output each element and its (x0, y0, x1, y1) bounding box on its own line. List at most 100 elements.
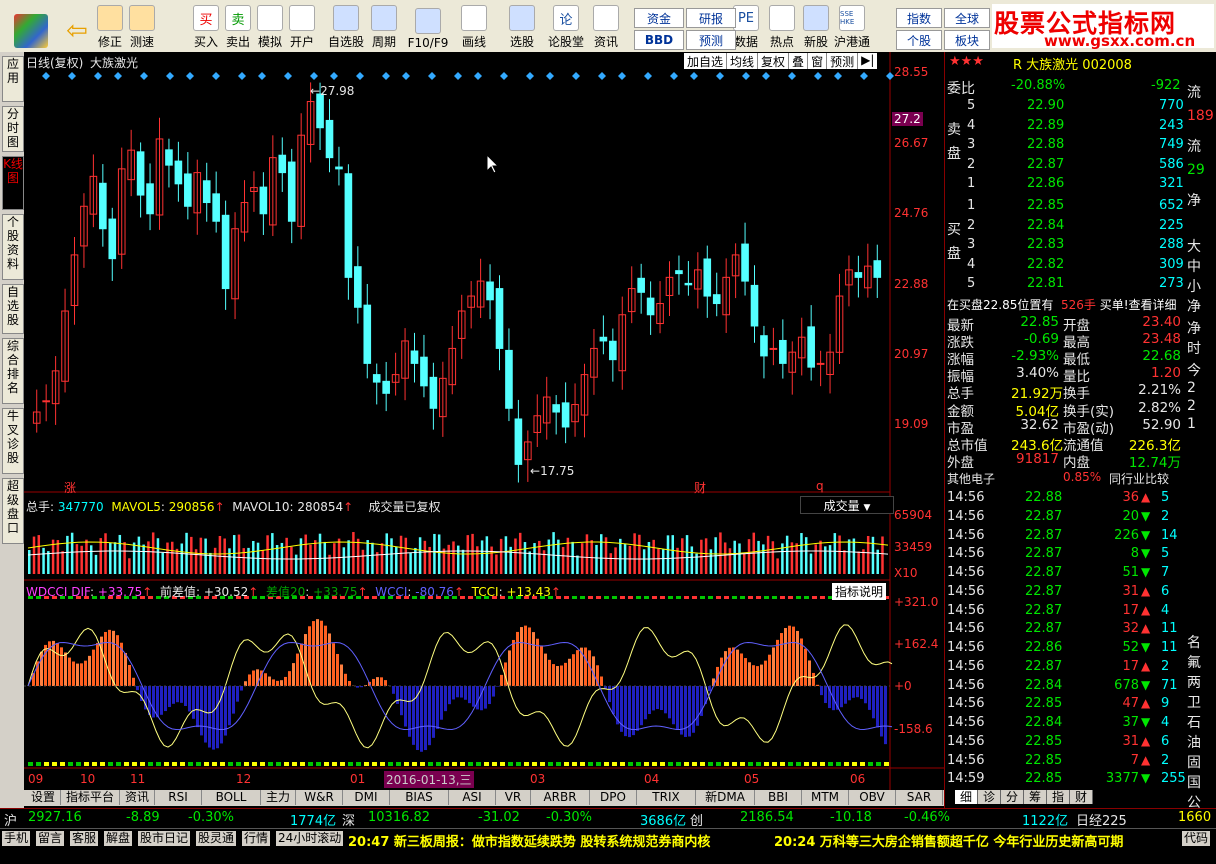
right-tab[interactable]: 细 (955, 790, 978, 804)
cci-histogram-bar (516, 632, 519, 686)
indicator-tab[interactable]: BBI (755, 790, 802, 805)
ticker-tab[interactable]: 留言 (36, 831, 64, 846)
indicator-tab[interactable]: VR (496, 790, 531, 805)
left-tab-ranking[interactable]: 综合排名 (2, 338, 24, 404)
news-item-1[interactable]: 20:47 新三板周报：做市指数延续跌势 股转系统规范券商内核 (348, 831, 710, 850)
right-tab[interactable]: 诊 (978, 790, 1001, 804)
left-tab-intraday[interactable]: 分时图 (2, 106, 24, 152)
toolbar-button[interactable]: 新股 (796, 2, 836, 50)
overlay-button[interactable]: 叠 (789, 53, 808, 69)
ticker-tab[interactable]: 股灵通 (196, 831, 236, 846)
sector-button[interactable]: 板块 (944, 30, 990, 50)
index-button[interactable]: 指数 (896, 8, 942, 28)
bbd-button[interactable]: BBD (634, 30, 684, 50)
chart-area[interactable]: 日线(复权) 大族激光 加自选 均线 复权 叠 窗 预测 ▶| 28.55 27… (24, 52, 944, 792)
indicator-tab[interactable]: 设置 (26, 790, 61, 805)
right-tab[interactable]: 财 (1070, 790, 1093, 804)
left-tab-apps[interactable]: 应用 (2, 56, 24, 102)
signal-dot (804, 762, 809, 766)
sh-index[interactable]: 2927.16 (28, 810, 82, 825)
buyline-info[interactable]: 在买盘22.85位置有 526手 买单!查看详细 (947, 296, 1177, 313)
orderbook-sell-price[interactable]: 22.90 (1027, 98, 1064, 113)
stock-button[interactable]: 个股 (896, 30, 942, 50)
toolbar-button[interactable]: 自选股 (326, 2, 366, 50)
orderbook-sell-price[interactable]: 22.87 (1027, 157, 1064, 172)
ticker-tab[interactable]: 24小时滚动 (276, 831, 343, 846)
cci-histogram-bar (676, 686, 679, 730)
orderbook-sell-price[interactable]: 22.88 (1027, 137, 1064, 152)
ticker-tab[interactable]: 手机 (2, 831, 30, 846)
research-button[interactable]: 研报 (686, 8, 736, 28)
indicator-tab[interactable]: TRIX (637, 790, 696, 805)
finance-marker[interactable]: 财 (694, 479, 706, 496)
toolbar-button[interactable]: 开户 (282, 2, 322, 50)
right-tab[interactable]: 筹 (1024, 790, 1047, 804)
home-button[interactable] (14, 2, 48, 50)
indicator-tab[interactable]: RSI (155, 790, 202, 805)
ticker-tab[interactable]: 行情 (242, 831, 270, 846)
indicator-tab[interactable]: W&R (296, 790, 343, 805)
orderbook-buy-price[interactable]: 22.84 (1027, 218, 1064, 233)
left-tab-profile[interactable]: 个股资料 (2, 214, 24, 280)
orderbook-sell-price[interactable]: 22.86 (1027, 176, 1064, 191)
toolbar-button[interactable]: 论论股堂 (546, 2, 586, 50)
toolbar-button[interactable]: 资讯 (586, 2, 626, 50)
left-tab-watchlist[interactable]: 自选股 (2, 284, 24, 334)
indicator-tab[interactable]: ARBR (531, 790, 590, 805)
indicator-tab[interactable]: 新DMA (696, 790, 755, 805)
cy-index[interactable]: 2186.54 (740, 810, 794, 825)
chart-period-label[interactable]: 日线(复权) (26, 54, 83, 71)
left-tab-diagnose[interactable]: 牛叉诊股 (2, 408, 24, 474)
left-tab-level2[interactable]: 超级盘口 (2, 478, 24, 544)
predict-button[interactable]: 预测 (827, 53, 858, 69)
toolbar-button[interactable]: 选股 (502, 2, 542, 50)
toolbar-button-f10f9[interactable]: F10/F9 (408, 2, 448, 50)
quote-stat-v2: 52.90 (1123, 417, 1181, 433)
rise-marker[interactable]: 涨 (64, 479, 76, 496)
orderbook-buy-price[interactable]: 22.85 (1027, 198, 1064, 213)
ma-button[interactable]: 均线 (727, 53, 758, 69)
forecast-button[interactable]: 预测 (686, 30, 736, 50)
indicator-tab[interactable]: 指标平台 (61, 790, 120, 805)
collapse-arrow-icon[interactable]: ▶| (858, 53, 877, 69)
global-button[interactable]: 全球 (944, 8, 990, 28)
orderbook-sell-price[interactable]: 22.89 (1027, 118, 1064, 133)
orderbook-buy-price[interactable]: 22.82 (1027, 257, 1064, 272)
orderbook-buy-price[interactable]: 22.83 (1027, 237, 1064, 252)
indicator-explain-button[interactable]: 指标说明 (832, 583, 886, 600)
adjust-button[interactable]: 复权 (758, 53, 789, 69)
toolbar-button[interactable]: 周期 (364, 2, 404, 50)
right-tab[interactable]: 分 (1001, 790, 1024, 804)
add-watchlist-button[interactable]: 加自选 (684, 53, 727, 69)
indicator-tab[interactable]: 资讯 (120, 790, 155, 805)
indicator-tab[interactable]: DMI (343, 790, 390, 805)
left-tab-kline[interactable]: K线图 (2, 156, 24, 210)
volume-dropdown[interactable]: 成交量 ▼ (800, 496, 894, 514)
indicator-tab[interactable]: DPO (590, 790, 637, 805)
sector-name[interactable]: 其他电子 (947, 470, 995, 487)
ticker-tab[interactable]: 客服 (70, 831, 98, 846)
right-tab[interactable]: 指 (1047, 790, 1070, 804)
industry-compare-link[interactable]: 同行业比较 (1109, 470, 1169, 487)
ticker-tab[interactable]: 解盘 (104, 831, 132, 846)
toolbar-button[interactable]: 测速 (122, 2, 162, 50)
toolbar-button[interactable]: SSE HKE沪港通 (832, 2, 872, 50)
toolbar-button[interactable]: 画线 (454, 2, 494, 50)
indicator-tab[interactable]: MTM (802, 790, 849, 805)
q-marker[interactable]: q (816, 479, 824, 493)
indicator-tab[interactable]: BOLL (202, 790, 261, 805)
funds-button[interactable]: 资金 (634, 8, 684, 28)
ticker-tab[interactable]: 股市日记 (138, 831, 190, 846)
code-button[interactable]: 代码 (1182, 831, 1210, 846)
signal-dot (572, 596, 577, 599)
indicator-tab[interactable]: ASI (449, 790, 496, 805)
orderbook-buy-price[interactable]: 22.81 (1027, 276, 1064, 291)
indicator-tab[interactable]: 主力 (261, 790, 296, 805)
indicator-tab[interactable]: BIAS (390, 790, 449, 805)
sz-index[interactable]: 10316.82 (368, 810, 430, 825)
window-button[interactable]: 窗 (808, 53, 827, 69)
news-item-2[interactable]: 20:24 万科等三大房企销售额超千亿 今年行业历史新高可期 (774, 831, 1123, 850)
chart-canvas[interactable] (24, 52, 944, 790)
indicator-tab[interactable]: OBV (849, 790, 896, 805)
back-button[interactable]: ⇦ (60, 2, 94, 50)
